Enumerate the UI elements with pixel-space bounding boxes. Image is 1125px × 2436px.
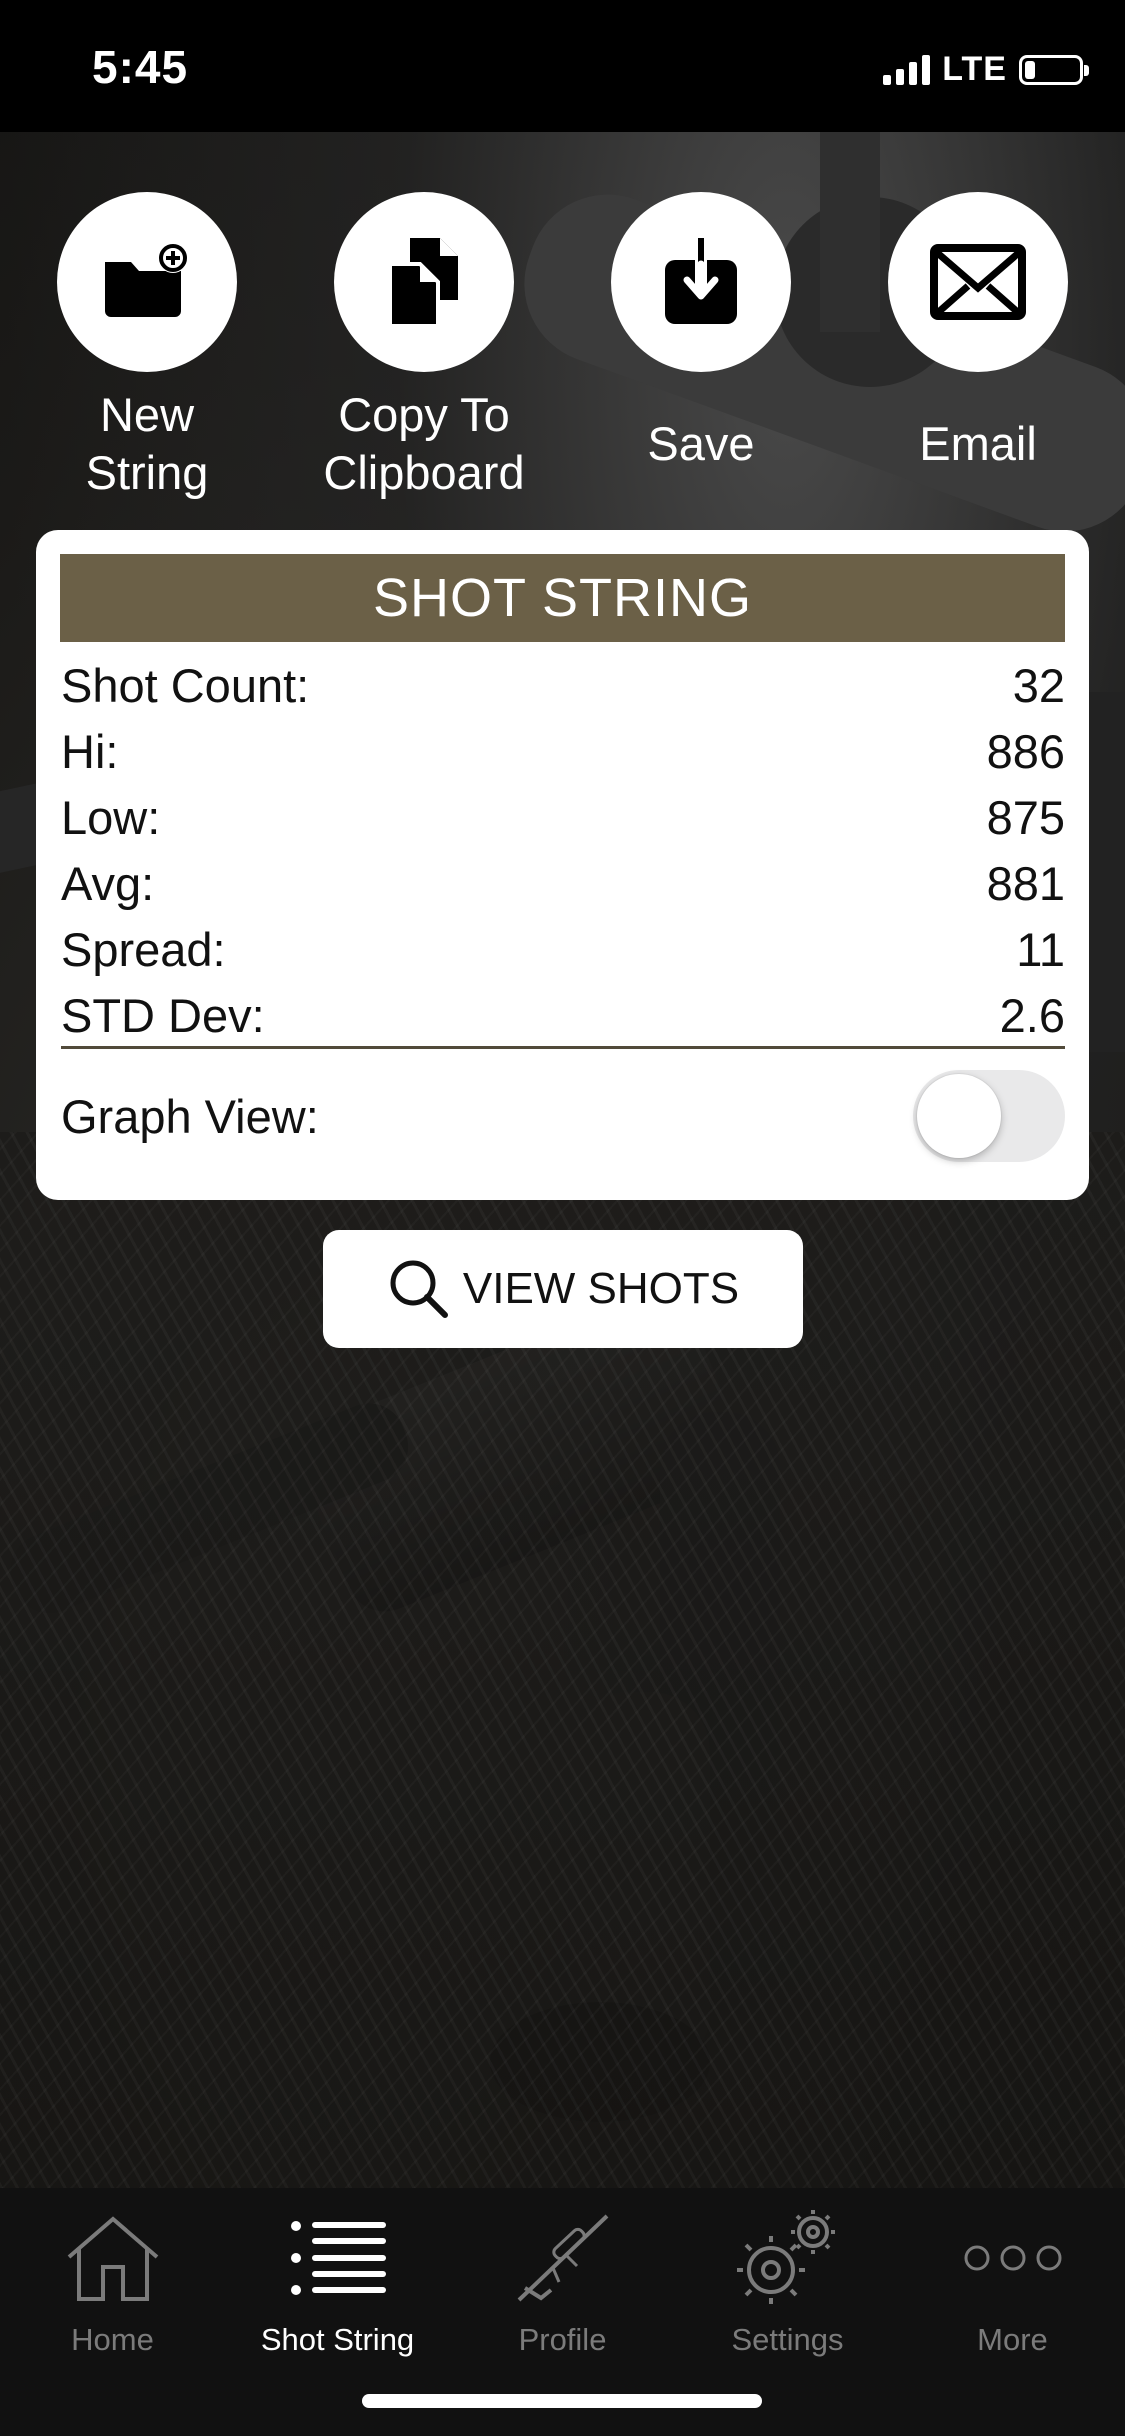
stat-row-shot-count: Shot Count: 32: [61, 652, 1065, 718]
tab-label: Shot String: [260, 2322, 415, 2357]
more-icon: [964, 2245, 1061, 2271]
stat-label: Shot Count:: [61, 658, 310, 712]
divider: [61, 1046, 1065, 1049]
home-icon: [67, 2216, 158, 2301]
card-title: SHOT STRING: [60, 554, 1065, 642]
save-label: Save: [647, 417, 755, 470]
download-icon: [665, 238, 737, 324]
shot-string-card: SHOT STRING Shot Count: 32 Hi: 886 Low: …: [36, 530, 1089, 1200]
stat-label: Hi:: [61, 724, 119, 778]
stat-label: STD Dev:: [61, 988, 265, 1042]
copy-to-clipboard-action[interactable]: Copy To Clipboard: [304, 192, 544, 504]
status-bar: 5:45 LTE: [0, 0, 1125, 132]
tab-more[interactable]: More: [900, 2202, 1125, 2358]
copy-icon: [388, 238, 458, 328]
save-button[interactable]: [611, 192, 791, 372]
tab-settings[interactable]: Settings: [675, 2202, 900, 2358]
stat-label: Low:: [61, 790, 161, 844]
stat-value: 2.6: [999, 988, 1065, 1042]
gear-icon: [736, 2210, 835, 2304]
tab-home[interactable]: Home: [0, 2202, 225, 2358]
copy-to-clipboard-label: Copy To Clipboard: [323, 388, 525, 499]
graph-view-row: Graph View:: [61, 1068, 1101, 1164]
stat-value: 881: [986, 856, 1065, 910]
search-icon: [390, 1260, 448, 1318]
stat-row-std-dev: STD Dev: 2.6: [61, 982, 1065, 1048]
mail-icon: [930, 244, 1026, 320]
view-shots-label: VIEW SHOTS: [462, 1264, 740, 1313]
tab-label: Settings: [731, 2322, 844, 2357]
email-action[interactable]: Email: [858, 192, 1098, 504]
stat-row-spread: Spread: 11: [61, 916, 1065, 982]
stat-value: 32: [1012, 658, 1065, 712]
status-indicators: LTE: [883, 50, 1089, 89]
tab-profile[interactable]: Profile: [450, 2202, 675, 2358]
new-string-action[interactable]: New String: [27, 192, 267, 504]
email-button[interactable]: [888, 192, 1068, 372]
new-string-button[interactable]: [57, 192, 237, 372]
stat-list: Shot Count: 32 Hi: 886 Low: 875 Avg: 881…: [61, 652, 1065, 1048]
new-string-label: New String: [85, 388, 209, 499]
stat-row-low: Low: 875: [61, 784, 1065, 850]
status-time: 5:45: [92, 41, 189, 93]
stat-row-hi: Hi: 886: [61, 718, 1065, 784]
email-label: Email: [919, 417, 1037, 470]
tab-shot-string[interactable]: Shot String: [225, 2202, 450, 2358]
signal-icon: [883, 54, 931, 85]
stat-value: 886: [986, 724, 1065, 778]
network-type: LTE: [942, 50, 1007, 88]
stat-value: 875: [986, 790, 1065, 844]
graph-view-toggle[interactable]: [913, 1070, 1065, 1162]
tab-label: More: [977, 2322, 1048, 2357]
list-icon: [290, 2221, 386, 2295]
copy-to-clipboard-button[interactable]: [334, 192, 514, 372]
graph-view-label: Graph View:: [61, 1089, 319, 1143]
tab-label: Profile: [518, 2322, 607, 2357]
folder-add-icon: [105, 243, 188, 317]
view-shots-button[interactable]: VIEW SHOTS: [323, 1230, 803, 1348]
stat-label: Avg:: [61, 856, 155, 910]
rifle-icon: [517, 2214, 608, 2302]
toggle-knob: [917, 1074, 1001, 1158]
stat-row-avg: Avg: 881: [61, 850, 1065, 916]
battery-level: [1025, 60, 1035, 79]
stat-label: Spread:: [61, 922, 226, 976]
tab-label: Home: [71, 2322, 154, 2357]
battery-icon: [1019, 54, 1089, 85]
stat-value: 11: [1016, 922, 1065, 976]
home-indicator[interactable]: [362, 2394, 762, 2408]
save-action[interactable]: Save: [581, 192, 821, 504]
